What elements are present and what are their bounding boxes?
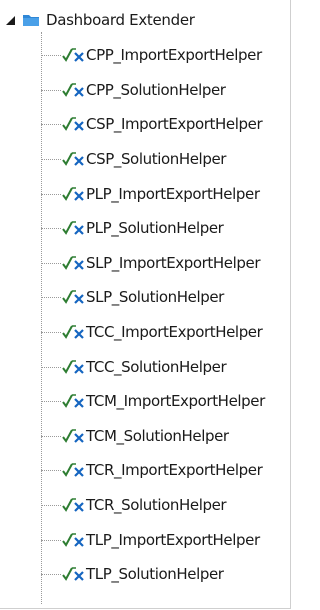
tree-item-tcr-importexporthelper[interactable]: TCR_ImportExportHelper [0,453,292,488]
tree-connector [41,124,61,126]
tree-item-tcc-solutionhelper[interactable]: TCC_SolutionHelper [0,349,292,384]
formula-fx-icon [62,221,84,236]
tree-connector [41,435,61,437]
tree-item-label: TCR_SolutionHelper [86,496,227,515]
tree-item-tcc-importexporthelper[interactable]: TCC_ImportExportHelper [0,315,292,350]
formula-fx-icon [62,325,84,339]
tree-item-tlp-importexporthelper[interactable]: TLP_ImportExportHelper [0,522,292,557]
tree-item-label: CSP_ImportExportHelper [86,115,263,134]
tree-item-label: CPP_SolutionHelper [86,80,226,99]
tree-children: CPP_ImportExportHelper CPP_SolutionHelpe… [0,38,292,592]
formula-fx-icon [62,567,84,582]
tree-item-label: TLP_ImportExportHelper [86,530,260,549]
tree-connector [41,470,61,472]
expanded-triangle-icon[interactable] [4,13,18,27]
tree-item-plp-importexporthelper[interactable]: PLP_ImportExportHelper [0,176,292,211]
formula-fx-icon [62,429,84,443]
tree-item-label: SLP_SolutionHelper [86,288,224,307]
formula-fx-icon [62,83,84,97]
tree-item-slp-importexporthelper[interactable]: SLP_ImportExportHelper [0,246,292,281]
formula-fx-icon [62,359,84,374]
tree-item-cpp-solutionhelper[interactable]: CPP_SolutionHelper [0,73,292,108]
tree-connector [41,89,61,91]
tree-item-tcm-solutionhelper[interactable]: TCM_SolutionHelper [0,419,292,454]
formula-fx-icon [62,117,84,132]
tree-item-label: PLP_SolutionHelper [86,219,224,238]
tree-item-label: TCM_SolutionHelper [86,426,229,445]
formula-fx-icon [62,48,84,63]
tree-connector [41,159,61,161]
tree-item-slp-solutionhelper[interactable]: SLP_SolutionHelper [0,280,292,315]
tree-connector [41,193,61,195]
tree-item-plp-solutionhelper[interactable]: PLP_SolutionHelper [0,211,292,246]
tree-item-tcm-importexporthelper[interactable]: TCM_ImportExportHelper [0,384,292,419]
formula-fx-icon [62,532,84,547]
tree-connector [41,297,61,299]
formula-fx-icon [62,186,84,201]
tree-connector [41,228,61,230]
tree-item-label: CPP_ImportExportHelper [86,46,262,65]
folder-icon [23,15,39,26]
tree-root-dashboard-extender[interactable]: Dashboard Extender [4,8,195,32]
tree-connector [41,366,61,368]
tree-connector [41,401,61,403]
formula-fx-icon [62,290,84,305]
tree-item-csp-importexporthelper[interactable]: CSP_ImportExportHelper [0,107,292,142]
tree-connector [41,332,61,334]
tree-item-cpp-importexporthelper[interactable]: CPP_ImportExportHelper [0,38,292,73]
tree-item-label: SLP_ImportExportHelper [86,253,261,272]
formula-fx-icon [62,256,84,270]
tree-item-tlp-solutionhelper[interactable]: TLP_SolutionHelper [0,557,292,592]
tree-item-label: TCR_ImportExportHelper [86,461,263,480]
tree-item-label: TCC_SolutionHelper [86,357,227,376]
tree-connector [41,262,61,264]
formula-fx-icon [62,463,84,478]
tree-connector [41,539,61,541]
tree-item-label: PLP_ImportExportHelper [86,184,260,203]
tree-item-csp-solutionhelper[interactable]: CSP_SolutionHelper [0,142,292,177]
formula-fx-icon [62,498,84,512]
tree-item-tcr-solutionhelper[interactable]: TCR_SolutionHelper [0,488,292,523]
tree-connector [41,574,61,576]
formula-fx-icon [62,152,84,166]
tree-connector [41,505,61,507]
tree-item-label: TLP_SolutionHelper [86,565,224,584]
tree-root-label: Dashboard Extender [46,11,195,29]
tree-item-label: TCM_ImportExportHelper [86,392,265,411]
formula-fx-icon [62,394,84,409]
tree-item-label: CSP_SolutionHelper [86,150,227,169]
tree-connector [41,55,61,57]
tree-panel: Dashboard Extender CPP_ImportExportHelpe… [0,0,291,609]
tree-item-label: TCC_ImportExportHelper [86,323,263,342]
